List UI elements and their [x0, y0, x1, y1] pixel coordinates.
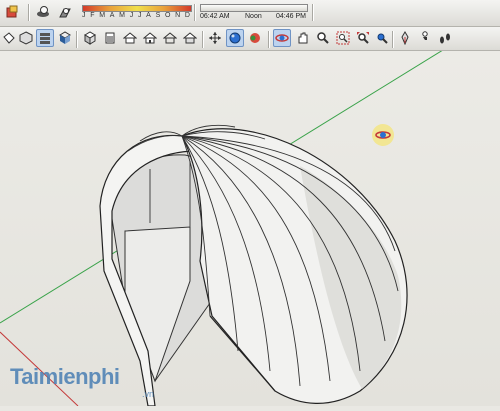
month-label: J: [129, 12, 134, 19]
back-view-icon[interactable]: [101, 29, 119, 47]
shadow-settings-icon[interactable]: [34, 3, 52, 21]
month-label: A: [109, 12, 115, 19]
month-label: J: [137, 12, 142, 19]
look-around-icon[interactable]: [436, 29, 454, 47]
time-slider[interactable]: [200, 4, 308, 12]
month-label: D: [184, 12, 190, 19]
walk-icon[interactable]: [416, 29, 434, 47]
month-slider-track[interactable]: [82, 5, 192, 12]
textured-icon[interactable]: [246, 29, 264, 47]
month-label: N: [175, 12, 181, 19]
zoom-extents-icon[interactable]: [354, 29, 372, 47]
model-canvas: [0, 20, 491, 407]
left-view-icon[interactable]: [121, 29, 139, 47]
orbit-cursor-icon: [372, 124, 394, 146]
previous-view-icon[interactable]: [373, 29, 391, 47]
month-label: O: [164, 12, 171, 19]
toolbar-separator: [268, 31, 270, 48]
views-toolbar: [0, 27, 500, 51]
house-icon[interactable]: [141, 29, 159, 47]
month-label: S: [155, 12, 161, 19]
toolbar-separator: [202, 31, 204, 48]
zoom-icon[interactable]: [314, 29, 332, 47]
xray-icon[interactable]: [161, 29, 179, 47]
watermark-logo: Taimienphi: [10, 364, 120, 389]
paint-bucket-icon[interactable]: [0, 29, 18, 47]
shadow-toolbar: J F M A M J J A S O N D 06:42 AM Noon 04…: [0, 0, 500, 27]
toolbar-separator: [194, 4, 196, 21]
hidden-line-icon[interactable]: [206, 29, 224, 47]
dome-inner-face: [124, 226, 191, 383]
pan-icon[interactable]: [294, 29, 312, 47]
month-label: M: [119, 12, 126, 19]
month-label: A: [146, 12, 151, 19]
model-viewport[interactable]: [0, 20, 500, 407]
position-camera-icon[interactable]: [396, 29, 414, 47]
orbit-icon[interactable]: [273, 29, 291, 47]
time-start-label: 06:42 AM: [200, 13, 230, 20]
front-view-icon[interactable]: [56, 29, 74, 47]
watermark-suffix: .vn: [142, 389, 155, 399]
month-slider-labels: J F M A M J J A S O N D: [82, 12, 190, 22]
display-shadows-icon[interactable]: [56, 3, 74, 21]
month-label: M: [99, 12, 106, 19]
month-label: F: [90, 12, 95, 19]
time-noon-label: Noon: [245, 13, 262, 20]
right-view-icon[interactable]: [81, 29, 99, 47]
toolbar-separator: [312, 4, 314, 21]
toolbar-separator: [392, 31, 394, 48]
top-view-icon[interactable]: [36, 29, 54, 47]
shaded-icon[interactable]: [226, 29, 244, 47]
component-icon[interactable]: [3, 3, 21, 21]
wireframe-icon[interactable]: [181, 29, 199, 47]
toolbar-separator: [76, 31, 78, 48]
time-end-label: 04:46 PM: [276, 13, 306, 20]
iso-view-icon[interactable]: [17, 29, 35, 47]
month-label: J: [82, 12, 86, 19]
zoom-window-icon[interactable]: [334, 29, 352, 47]
toolbar-separator: [28, 4, 30, 21]
